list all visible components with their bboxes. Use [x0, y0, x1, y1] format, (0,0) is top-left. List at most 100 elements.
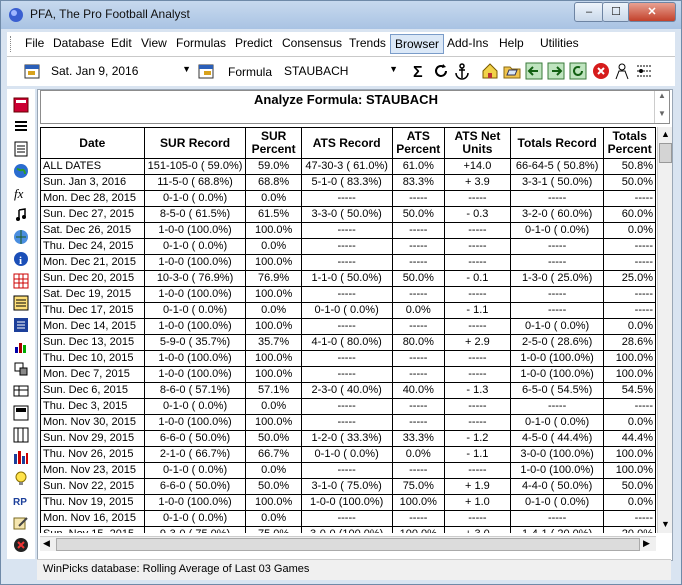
ats-percent-cell[interactable]: ----- — [391, 190, 446, 207]
ats-percent-cell[interactable]: ----- — [391, 350, 446, 367]
user-icon[interactable] — [613, 62, 631, 80]
ats-record-cell[interactable]: ----- — [300, 398, 393, 415]
ats-record-cell[interactable]: 2-3-0 ( 40.0%) — [300, 382, 393, 399]
table-row[interactable]: Sun. Dec 6, 2015 8-6-0 ( 57.1%) 57.1% 2-3-0… — [40, 382, 656, 399]
bar-chart-icon[interactable] — [13, 449, 29, 465]
sur-record-cell[interactable]: 8-5-0 ( 61.5%) — [143, 206, 247, 223]
totals-percent-cell[interactable]: 0.0% — [603, 414, 656, 431]
date-cell[interactable]: Mon. Dec 14, 2015 — [40, 318, 145, 335]
ats-record-cell[interactable]: ----- — [300, 414, 393, 431]
sur-percent-cell[interactable]: 0.0% — [245, 238, 302, 255]
ats-percent-cell[interactable]: ----- — [391, 510, 446, 527]
open-folder-icon[interactable] — [503, 62, 521, 80]
column-header[interactable]: Totals Percent — [603, 127, 656, 159]
calendar-icon[interactable] — [23, 62, 41, 80]
sur-percent-cell[interactable]: 66.7% — [245, 446, 302, 463]
ats-record-cell[interactable]: ----- — [300, 510, 393, 527]
ats-net-units-cell[interactable]: - 1.3 — [444, 382, 511, 399]
sur-record-cell[interactable]: 6-6-0 ( 50.0%) — [143, 430, 247, 447]
ats-net-units-cell[interactable]: ----- — [444, 254, 511, 271]
ats-net-units-cell[interactable]: ----- — [444, 238, 511, 255]
ats-net-units-cell[interactable]: - 1.2 — [444, 430, 511, 447]
totals-percent-cell[interactable]: 0.0% — [603, 494, 656, 511]
cancel-icon[interactable] — [13, 537, 29, 553]
table-row[interactable]: Sun. Jan 3, 2016 11-5-0 ( 68.8%) 68.8% 5-1-… — [40, 174, 656, 191]
ats-net-units-cell[interactable]: ----- — [444, 510, 511, 527]
totals-record-cell[interactable]: 0-1-0 ( 0.0%) — [509, 318, 605, 335]
sur-percent-cell[interactable]: 35.7% — [245, 334, 302, 351]
sur-record-cell[interactable]: 1-0-0 (100.0%) — [143, 366, 247, 383]
date-cell[interactable]: Sat. Dec 26, 2015 — [40, 222, 145, 239]
sur-record-cell[interactable]: 0-1-0 ( 0.0%) — [143, 302, 247, 319]
sur-percent-cell[interactable]: 100.0% — [245, 318, 302, 335]
ats-net-units-cell[interactable]: ----- — [444, 366, 511, 383]
sur-percent-cell[interactable]: 68.8% — [245, 174, 302, 191]
date-cell[interactable]: Sat. Dec 19, 2015 — [40, 286, 145, 303]
sur-percent-cell[interactable]: 100.0% — [245, 414, 302, 431]
totals-percent-cell[interactable]: ----- — [603, 398, 656, 415]
date-cell[interactable]: Sun. Dec 13, 2015 — [40, 334, 145, 351]
table-row[interactable]: Mon. Nov 23, 2015 0-1-0 ( 0.0%) 0.0% ----- -… — [40, 462, 656, 479]
ats-percent-cell[interactable]: 100.0% — [391, 526, 446, 533]
edit-icon[interactable] — [13, 515, 29, 531]
sur-percent-cell[interactable]: 50.0% — [245, 478, 302, 495]
refresh-icon[interactable] — [432, 62, 450, 80]
totals-record-cell[interactable]: 3-3-1 ( 50.0%) — [509, 174, 605, 191]
ats-percent-cell[interactable]: 40.0% — [391, 382, 446, 399]
totals-percent-cell[interactable]: ----- — [603, 254, 656, 271]
sur-percent-cell[interactable]: 100.0% — [245, 350, 302, 367]
ats-percent-cell[interactable]: 100.0% — [391, 494, 446, 511]
sur-record-cell[interactable]: 1-0-0 (100.0%) — [143, 254, 247, 271]
totals-percent-cell[interactable]: 50.0% — [603, 478, 656, 495]
sur-record-cell[interactable]: 10-3-0 ( 76.9%) — [143, 270, 247, 287]
sur-record-cell[interactable]: 6-6-0 ( 50.0%) — [143, 478, 247, 495]
totals-percent-cell[interactable]: ----- — [603, 510, 656, 527]
menu-database[interactable]: Database — [53, 36, 104, 50]
home-icon[interactable] — [481, 62, 499, 80]
calculator-icon[interactable] — [13, 97, 29, 113]
sur-record-cell[interactable]: 1-0-0 (100.0%) — [143, 414, 247, 431]
horizontal-scroll-thumb[interactable] — [56, 538, 640, 551]
date-cell[interactable]: Sun. Dec 20, 2015 — [40, 270, 145, 287]
date-cell[interactable]: ALL DATES — [40, 158, 145, 175]
reload-icon[interactable] — [569, 62, 587, 80]
table-row[interactable]: Mon. Dec 21, 2015 1-0-0 (100.0%) 100.0% ---… — [40, 254, 656, 271]
ats-percent-cell[interactable]: 0.0% — [391, 446, 446, 463]
ats-record-cell[interactable]: 3-1-0 ( 75.0%) — [300, 478, 393, 495]
table-row[interactable]: Thu. Dec 3, 2015 0-1-0 ( 0.0%) 0.0% ----- --… — [40, 398, 656, 415]
anchor-icon[interactable] — [453, 62, 471, 80]
table-row[interactable]: Mon. Dec 28, 2015 0-1-0 ( 0.0%) 0.0% ----- -… — [40, 190, 656, 207]
sur-record-cell[interactable]: 1-0-0 (100.0%) — [143, 286, 247, 303]
column-header[interactable]: Date — [40, 127, 145, 159]
close-button[interactable]: ✕ — [628, 2, 676, 22]
menu-predict[interactable]: Predict — [235, 36, 272, 50]
totals-percent-cell[interactable]: 0.0% — [603, 222, 656, 239]
date-cell[interactable]: Sun. Nov 15, 2015 — [40, 526, 145, 533]
chart-icon[interactable] — [13, 339, 29, 355]
sur-record-cell[interactable]: 1-0-0 (100.0%) — [143, 222, 247, 239]
ats-net-units-cell[interactable]: ----- — [444, 286, 511, 303]
menu-edit[interactable]: Edit — [111, 36, 132, 50]
sur-percent-cell[interactable]: 0.0% — [245, 462, 302, 479]
table-row[interactable]: Sun. Dec 13, 2015 5-9-0 ( 35.7%) 35.7% 4-1-… — [40, 334, 656, 351]
totals-percent-cell[interactable]: 0.0% — [603, 318, 656, 335]
table-row[interactable]: Mon. Nov 16, 2015 0-1-0 ( 0.0%) 0.0% ----- -… — [40, 510, 656, 527]
table-row[interactable]: Mon. Dec 7, 2015 1-0-0 (100.0%) 100.0% ----… — [40, 366, 656, 383]
sur-record-cell[interactable]: 0-1-0 ( 0.0%) — [143, 238, 247, 255]
ats-net-units-cell[interactable]: + 1.0 — [444, 494, 511, 511]
ats-record-cell[interactable]: 0-1-0 ( 0.0%) — [300, 302, 393, 319]
settings-icon[interactable] — [635, 62, 653, 80]
ats-net-units-cell[interactable]: - 1.1 — [444, 446, 511, 463]
date-cell[interactable]: Thu. Nov 26, 2015 — [40, 446, 145, 463]
totals-record-cell[interactable]: 2-5-0 ( 28.6%) — [509, 334, 605, 351]
table-row[interactable]: Mon. Nov 30, 2015 1-0-0 (100.0%) 100.0% ---… — [40, 414, 656, 431]
totals-percent-cell[interactable]: 100.0% — [603, 366, 656, 383]
sur-percent-cell[interactable]: 0.0% — [245, 190, 302, 207]
sur-record-cell[interactable]: 9-3-0 ( 75.0%) — [143, 526, 247, 533]
ats-record-cell[interactable]: 1-1-0 ( 50.0%) — [300, 270, 393, 287]
ats-percent-cell[interactable]: 83.3% — [391, 174, 446, 191]
date-cell[interactable]: Thu. Dec 24, 2015 — [40, 238, 145, 255]
totals-percent-cell[interactable]: 100.0% — [603, 462, 656, 479]
totals-record-cell[interactable]: ----- — [509, 286, 605, 303]
chevron-down-icon[interactable]: ▼ — [389, 64, 398, 74]
